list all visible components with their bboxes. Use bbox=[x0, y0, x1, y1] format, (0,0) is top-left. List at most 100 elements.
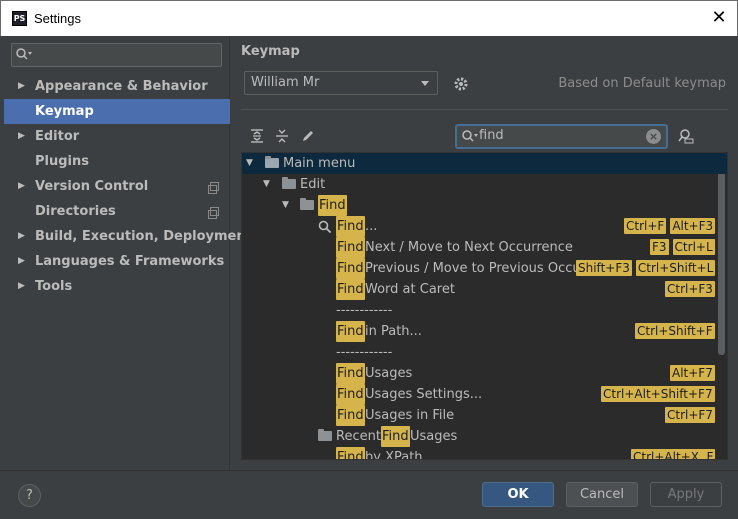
folder-icon bbox=[318, 429, 332, 441]
based-on-label: Based on Default keymap bbox=[558, 76, 726, 91]
settings-sidebar: ▶ Appearance & Behavior Keymap ▶ Editor Plugi… bbox=[0, 36, 252, 470]
shortcut-badge: Ctrl+Alt+Shift+F7 bbox=[601, 386, 715, 402]
sidebar-item-directories[interactable]: Directories bbox=[0, 199, 230, 224]
folder-icon bbox=[282, 177, 296, 189]
dialog-footer: ? OK Cancel Apply bbox=[0, 470, 738, 519]
ok-button[interactable]: OK bbox=[482, 482, 554, 507]
search-match-highlight: Find bbox=[336, 258, 365, 279]
sidebar-item-build-execution-deployment[interactable]: ▶ Build, Execution, Deployment bbox=[0, 224, 252, 249]
tree-row[interactable]: ▼ Find bbox=[242, 195, 727, 216]
shortcut-list: Ctrl+F Alt+F3 bbox=[624, 218, 716, 234]
expanded-arrow-icon[interactable]: ▼ bbox=[263, 174, 270, 195]
divider bbox=[241, 109, 728, 110]
tree-row[interactable]: Find Usages in File Ctrl+F7 bbox=[242, 405, 727, 426]
sidebar-item-plugins[interactable]: Plugins bbox=[0, 149, 230, 174]
sidebar-item-label: Editor bbox=[35, 129, 80, 144]
shortcut-list: Alt+F7 bbox=[670, 365, 715, 381]
tree-row[interactable]: ------------ bbox=[242, 300, 727, 321]
tree-row-label: Recent bbox=[336, 429, 381, 444]
sidebar-item-languages-frameworks[interactable]: ▶ Languages & Frameworks bbox=[0, 249, 230, 274]
shortcut-list: Ctrl+Alt+X, F bbox=[631, 449, 716, 459]
shortcut-badge: Ctrl+Alt+X, F bbox=[631, 449, 716, 459]
find-by-shortcut-icon[interactable] bbox=[677, 128, 695, 144]
shortcut-badge: Ctrl+L bbox=[672, 239, 715, 255]
tree-row-label: ... bbox=[365, 219, 378, 234]
tree-row-highlight: Find bbox=[318, 195, 347, 216]
tree-row[interactable]: ------------ bbox=[242, 342, 727, 363]
keymap-search-input[interactable]: find × bbox=[455, 124, 668, 149]
shortcut-badge: F3 bbox=[650, 239, 669, 255]
sidebar-item-appearance-behavior[interactable]: ▶ Appearance & Behavior bbox=[0, 74, 230, 99]
tree-row[interactable]: ▼ Edit bbox=[242, 174, 727, 195]
close-icon[interactable]: ✕ bbox=[709, 8, 729, 28]
sidebar-item-editor[interactable]: ▶ Editor bbox=[0, 124, 230, 149]
tree-row[interactable]: Find Previous / Move to Previous Occurre… bbox=[242, 258, 727, 279]
chevron-right-icon: ▶ bbox=[18, 81, 25, 91]
shortcut-list: Ctrl+F7 bbox=[665, 407, 715, 423]
expanded-arrow-icon[interactable]: ▼ bbox=[246, 153, 253, 174]
project-level-icon bbox=[208, 182, 219, 194]
expand-all-icon[interactable] bbox=[249, 128, 265, 144]
search-match-highlight: Find bbox=[336, 447, 365, 459]
settings-nav-list: ▶ Appearance & Behavior Keymap ▶ Editor Plugi… bbox=[0, 74, 252, 299]
title-bar: PS Settings ✕ bbox=[0, 0, 738, 36]
sidebar-item-tools[interactable]: ▶ Tools bbox=[0, 274, 230, 299]
tree-row-label: Next / Move to Next Occurrence bbox=[365, 240, 573, 255]
separator-row: ------------ bbox=[336, 345, 393, 360]
tree-row-label: Usages bbox=[365, 366, 413, 381]
shortcut-list: Ctrl+Alt+Shift+F7 bbox=[601, 386, 715, 402]
cancel-button[interactable]: Cancel bbox=[566, 482, 638, 507]
chevron-right-icon: ▶ bbox=[18, 256, 25, 266]
settings-search-input[interactable] bbox=[11, 43, 222, 67]
chevron-right-icon: ▶ bbox=[18, 131, 25, 141]
shortcut-badge: Ctrl+F7 bbox=[665, 407, 715, 423]
separator-row: ------------ bbox=[336, 303, 393, 318]
search-match-highlight: Find bbox=[336, 216, 365, 237]
menu-folder-icon bbox=[265, 156, 279, 168]
shortcut-badge: Alt+F7 bbox=[670, 365, 715, 381]
tree-row[interactable]: Find Usages Alt+F7 bbox=[242, 363, 727, 384]
search-match-highlight: Find bbox=[336, 363, 365, 384]
tree-row-label: Edit bbox=[300, 177, 326, 192]
phpstorm-app-icon: PS bbox=[12, 11, 27, 26]
tree-row-label: Main menu bbox=[283, 156, 356, 171]
sidebar-item-label: Languages & Frameworks bbox=[35, 254, 225, 269]
keymap-panel: Keymap William Mr Based on Default keyma… bbox=[231, 36, 738, 470]
tree-row[interactable]: Find by XPath Ctrl+Alt+X, F bbox=[242, 447, 727, 459]
tree-row-label: Usages in File bbox=[365, 408, 455, 423]
keymap-select-value: William Mr bbox=[251, 75, 320, 90]
sidebar-item-label: Build, Execution, Deployment bbox=[35, 229, 252, 244]
search-match-highlight: Find bbox=[336, 279, 365, 300]
chevron-right-icon: ▶ bbox=[18, 231, 25, 241]
chevron-down-icon bbox=[421, 81, 429, 86]
sidebar-item-keymap[interactable]: Keymap bbox=[4, 99, 230, 124]
help-button[interactable]: ? bbox=[18, 484, 41, 507]
shortcut-list: F3 Ctrl+L bbox=[650, 239, 715, 255]
sidebar-item-label: Plugins bbox=[35, 154, 89, 169]
apply-button[interactable]: Apply bbox=[650, 482, 722, 507]
tree-row[interactable]: Find... Ctrl+F Alt+F3 bbox=[242, 216, 727, 237]
edit-pencil-icon[interactable] bbox=[300, 128, 316, 144]
tree-row-label: Word at Caret bbox=[365, 282, 455, 297]
tree-row-label: Usages bbox=[410, 429, 458, 444]
keymap-select[interactable]: William Mr bbox=[244, 71, 438, 95]
tree-row[interactable]: Find in Path... Ctrl+Shift+F bbox=[242, 321, 727, 342]
tree-row-label: in Path... bbox=[365, 324, 422, 339]
tree-row[interactable]: Recent Find Usages bbox=[242, 426, 727, 447]
project-level-icon bbox=[208, 207, 219, 219]
tree-row[interactable]: Find Usages Settings... Ctrl+Alt+Shift+F7 bbox=[242, 384, 727, 405]
clear-search-icon[interactable]: × bbox=[646, 129, 661, 144]
sidebar-item-label: Keymap bbox=[35, 104, 94, 119]
gear-icon[interactable] bbox=[453, 76, 469, 92]
shortcut-badge: Ctrl+Shift+F bbox=[635, 323, 715, 339]
keymap-search-value: find bbox=[479, 128, 504, 143]
tree-row[interactable]: Find Next / Move to Next Occurrence F3 Ctr… bbox=[242, 237, 727, 258]
search-icon bbox=[462, 130, 478, 142]
collapse-all-icon[interactable] bbox=[274, 128, 290, 144]
expanded-arrow-icon[interactable]: ▼ bbox=[282, 195, 289, 216]
sidebar-item-version-control[interactable]: ▶ Version Control bbox=[0, 174, 230, 199]
sidebar-item-label: Tools bbox=[35, 279, 73, 294]
tree-row[interactable]: ▼ Main menu bbox=[242, 153, 727, 174]
tree-row[interactable]: Find Word at Caret Ctrl+F3 bbox=[242, 279, 727, 300]
find-action-icon bbox=[318, 220, 332, 234]
